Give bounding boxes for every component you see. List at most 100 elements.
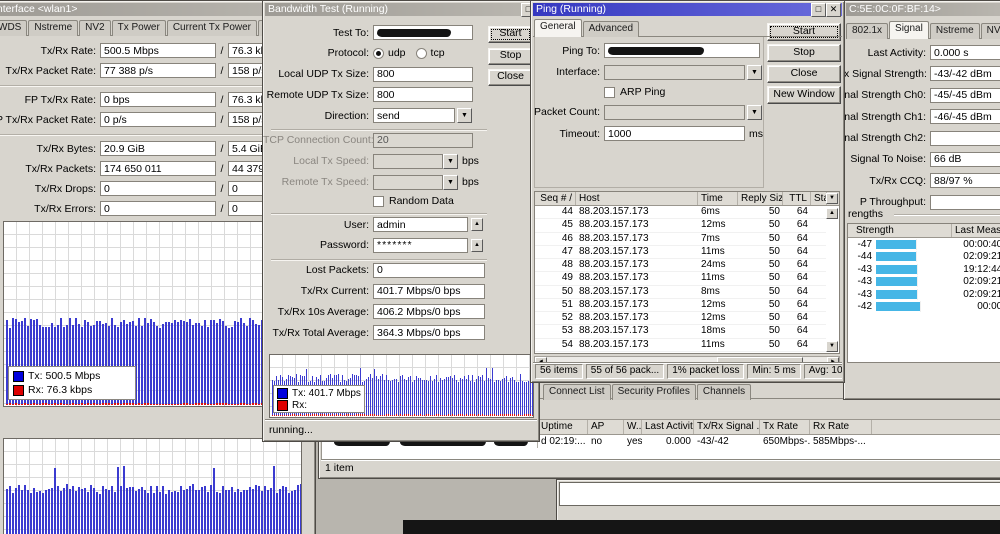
host-column-header[interactable]: Host xyxy=(576,192,698,205)
ping-result-row[interactable]: 48 88.203.157.173 24ms 50 64 xyxy=(535,259,826,272)
last-measure-column-header[interactable]: Last Measure xyxy=(952,224,1000,237)
direction-select[interactable]: send xyxy=(373,108,455,123)
station-tab[interactable]: Nstreme xyxy=(930,23,980,39)
host-cell: 88.203.157.173 xyxy=(576,272,698,284)
tcp-radio[interactable] xyxy=(416,48,427,59)
column-header[interactable]: Last Activit... xyxy=(642,420,694,434)
chevron-down-icon[interactable]: ▼ xyxy=(747,65,762,80)
start-button[interactable]: Start xyxy=(488,26,533,43)
close-button[interactable]: Close xyxy=(767,65,841,83)
udp-radio[interactable] xyxy=(373,48,384,59)
local-udp-size-input[interactable]: 800 xyxy=(373,67,473,82)
ping-result-row[interactable]: 52 88.203.157.173 12ms 50 64 xyxy=(535,312,826,325)
ping-window-titlebar[interactable]: Ping (Running) xyxy=(533,3,842,16)
interface-tab[interactable]: Nstreme xyxy=(28,20,78,36)
chevron-down-icon[interactable]: ▼ xyxy=(747,105,762,120)
strength-row[interactable]: -44 02:09:21. xyxy=(848,251,1000,264)
bandwidth-window-titlebar[interactable]: Bandwidth Test (Running) xyxy=(265,3,537,16)
stop-button[interactable]: Stop xyxy=(488,48,533,65)
station-window-titlebar[interactable]: C:5E:0C:0F:BF:14> xyxy=(846,3,1000,16)
interface-select[interactable] xyxy=(604,65,745,80)
packet-count-select[interactable] xyxy=(604,105,745,120)
column-picker-icon[interactable]: ▼ xyxy=(826,193,838,204)
maximize-icon[interactable]: □ xyxy=(811,3,826,17)
chevron-down-icon[interactable]: ▼ xyxy=(443,175,458,190)
station-tab[interactable]: NV2 xyxy=(981,23,1000,39)
time-column-header[interactable]: Time xyxy=(698,192,738,205)
ping-to-input[interactable] xyxy=(604,43,760,58)
wireless-tables-tab[interactable]: Security Profiles xyxy=(612,384,696,400)
slash-separator: / xyxy=(216,183,228,195)
column-header[interactable]: Uptime xyxy=(538,420,588,434)
test-to-input[interactable] xyxy=(373,25,473,40)
ping-tab[interactable]: Advanced xyxy=(583,21,639,37)
close-icon[interactable]: ✕ xyxy=(826,3,841,17)
signal-field-row: nal Strength Ch0: -45/-45 dBm xyxy=(844,88,1000,103)
new-window-button[interactable]: New Window xyxy=(767,86,841,104)
wireless-tables-tab[interactable]: Channels xyxy=(697,384,751,400)
slash-separator: / xyxy=(216,203,228,215)
interface-tab[interactable]: Tx Power xyxy=(112,20,166,36)
ping-tab[interactable]: General xyxy=(534,19,582,37)
column-header[interactable]: Rx Rate xyxy=(810,420,872,434)
strength-row[interactable]: -47 00:00:40. xyxy=(848,238,1000,251)
station-tab[interactable]: 802.1x xyxy=(846,23,888,39)
column-header[interactable]: W... xyxy=(624,420,642,434)
ping-result-row[interactable]: 50 88.203.157.173 8ms 50 64 xyxy=(535,286,826,299)
signal-field-label: nal Strength Ch0: xyxy=(844,89,930,101)
arp-ping-checkbox[interactable] xyxy=(604,87,615,98)
user-input[interactable]: admin xyxy=(373,217,468,232)
chevron-down-icon[interactable]: ▼ xyxy=(443,154,458,169)
winbox-workspace: Interface <wlan1> WDSNstremeNV2Tx PowerC… xyxy=(0,0,1000,534)
strength-row[interactable]: -43 19:12:44. xyxy=(848,263,1000,276)
stat-tx-field: 0 bps xyxy=(100,92,216,107)
seq-column-header[interactable]: Seq # / xyxy=(535,192,576,205)
ping-result-row[interactable]: 53 88.203.157.173 18ms 50 64 xyxy=(535,325,826,338)
timeout-input[interactable]: 1000 xyxy=(604,126,745,141)
password-input[interactable]: ******* xyxy=(373,238,468,253)
last-measure-value: 00:00: xyxy=(920,301,1000,312)
strength-row[interactable]: -43 02:09:21. xyxy=(848,288,1000,301)
ping-result-row[interactable]: 54 88.203.157.173 11ms 50 64 xyxy=(535,339,826,352)
station-tab[interactable]: Signal xyxy=(889,21,929,39)
stop-button[interactable]: Stop xyxy=(767,44,841,62)
chevron-up-icon[interactable]: ▲ xyxy=(471,239,483,252)
strength-row[interactable]: -42 00:00: xyxy=(848,301,1000,314)
tcp-connection-count-input: 20 xyxy=(373,133,473,148)
random-data-checkbox[interactable] xyxy=(373,196,384,207)
ping-result-row[interactable]: 44 88.203.157.173 6ms 50 64 xyxy=(535,206,826,219)
interface-tab[interactable]: Current Tx Power xyxy=(167,20,257,36)
ping-result-row[interactable]: 45 88.203.157.173 12ms 50 64 xyxy=(535,219,826,232)
scroll-down-icon[interactable]: ▼ xyxy=(826,341,838,352)
interface-tab[interactable]: WDS xyxy=(0,20,27,36)
ping-result-row[interactable]: 47 88.203.157.173 11ms 50 64 xyxy=(535,246,826,259)
local-tx-speed-label: Local Tx Speed: xyxy=(263,155,373,167)
ping-result-row[interactable]: 49 88.203.157.173 11ms 50 64 xyxy=(535,272,826,285)
strength-column-header[interactable]: Strength xyxy=(848,224,952,237)
tx-legend-label: Tx: 401.7 Mbps xyxy=(292,388,361,399)
status-column-header[interactable]: Sta xyxy=(811,192,827,205)
last-measure-value: 02:09:21. xyxy=(916,251,1000,262)
chevron-up-icon[interactable]: ▲ xyxy=(471,218,483,231)
ping-result-row[interactable]: 46 88.203.157.173 7ms 50 64 xyxy=(535,233,826,246)
wireless-tables-tab[interactable]: Connect List xyxy=(543,384,611,400)
interface-tab[interactable]: NV2 xyxy=(79,20,110,36)
chevron-down-icon[interactable]: ▼ xyxy=(457,108,472,123)
remote-tx-speed-input[interactable] xyxy=(373,175,443,190)
signal-field-label: P Throughput: xyxy=(844,196,930,208)
strength-row[interactable]: -43 02:09:21. xyxy=(848,276,1000,289)
close-button[interactable]: Close xyxy=(488,69,533,86)
column-header[interactable]: AP xyxy=(588,420,624,434)
reply-size-column-header[interactable]: Reply Size xyxy=(738,192,783,205)
column-header[interactable]: Tx/Rx Signal ... xyxy=(694,420,760,434)
txrx-total-average-label: Tx/Rx Total Average: xyxy=(263,327,373,339)
ping-result-row[interactable]: 55 88.203.157.173 11ms 50 64 xyxy=(535,352,826,353)
ping-result-row[interactable]: 51 88.203.157.173 12ms 50 64 xyxy=(535,299,826,312)
start-button[interactable]: Start xyxy=(767,23,841,41)
remote-udp-size-input[interactable]: 800 xyxy=(373,87,473,102)
scroll-up-icon[interactable]: ▲ xyxy=(826,208,838,219)
ttl-column-header[interactable]: TTL xyxy=(783,192,811,205)
reply-size-cell: 50 xyxy=(738,272,783,284)
local-tx-speed-input[interactable] xyxy=(373,154,443,169)
column-header[interactable]: Tx Rate xyxy=(760,420,810,434)
